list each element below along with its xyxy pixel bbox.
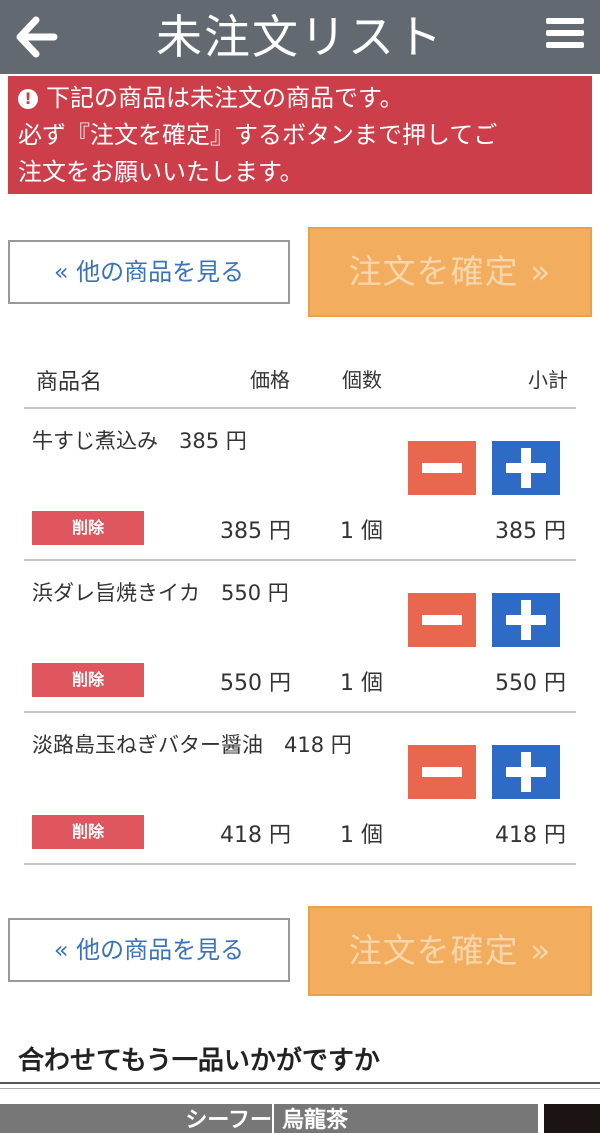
confirm-order-button[interactable]: 注文を確定 » xyxy=(308,227,592,317)
exclamation-circle-icon: ! xyxy=(18,89,38,109)
item-quantity: 1 個 xyxy=(340,823,383,848)
confirm-order-button[interactable]: 注文を確定 » xyxy=(308,906,592,996)
item-subtotal: 550 円 xyxy=(495,671,566,696)
increase-quantity-button[interactable] xyxy=(492,745,560,799)
view-other-products-button[interactable]: « 他の商品を見る xyxy=(8,918,290,982)
unordered-alert: ! 下記の商品は未注文の商品です。 必ず『注文を確定』するボタンまで押してご 注文… xyxy=(8,76,592,194)
item-name: 浜ダレ旨焼きイカ 550 円 xyxy=(32,581,289,605)
item-name: 牛すじ煮込み 385 円 xyxy=(32,429,247,453)
decrease-quantity-button[interactable] xyxy=(408,441,476,495)
delete-button[interactable]: 削除 xyxy=(32,815,144,849)
header-price: 価格 xyxy=(250,368,290,392)
hamburger-menu-icon[interactable] xyxy=(546,18,584,56)
decrease-quantity-button[interactable] xyxy=(408,593,476,647)
header-subtotal: 小計 xyxy=(528,368,568,392)
divider xyxy=(0,1082,600,1084)
header-quantity: 個数 xyxy=(342,368,382,392)
cart-item: 牛すじ煮込み 385 円 削除 385 円 1 個 385 円 xyxy=(24,409,576,559)
item-subtotal: 418 円 xyxy=(495,823,566,848)
item-name: 淡路島玉ねぎバター醤油 418 円 xyxy=(32,733,352,757)
table-header: 商品名 価格 個数 小計 xyxy=(24,356,576,406)
increase-quantity-button[interactable] xyxy=(492,441,560,495)
item-quantity: 1 個 xyxy=(340,671,383,696)
item-price: 418 円 xyxy=(220,823,291,848)
delete-button[interactable]: 削除 xyxy=(32,663,144,697)
cart-item: 淡路島玉ねぎバター醤油 418 円 削除 418 円 1 個 418 円 xyxy=(24,713,576,863)
cart-item: 浜ダレ旨焼きイカ 550 円 削除 550 円 1 個 550 円 xyxy=(24,561,576,711)
divider xyxy=(24,863,576,865)
app-header: 未注文リスト xyxy=(0,0,600,74)
increase-quantity-button[interactable] xyxy=(492,593,560,647)
suggestion-card[interactable]: シーフー xyxy=(0,1104,272,1133)
item-price: 385 円 xyxy=(220,519,291,544)
header-product-name: 商品名 xyxy=(36,370,103,395)
view-other-products-button[interactable]: « 他の商品を見る xyxy=(8,240,290,304)
suggestion-card[interactable]: 烏龍茶 xyxy=(274,1104,538,1133)
alert-text-1: 下記の商品は未注文の商品です。 xyxy=(46,84,404,112)
alert-line-1: ! 下記の商品は未注文の商品です。 xyxy=(18,80,582,117)
decrease-quantity-button[interactable] xyxy=(408,745,476,799)
item-quantity: 1 個 xyxy=(340,519,383,544)
suggestion-card-image[interactable] xyxy=(544,1104,600,1133)
item-price: 550 円 xyxy=(220,671,291,696)
page-title: 未注文リスト xyxy=(156,10,444,64)
delete-button[interactable]: 削除 xyxy=(32,511,144,545)
item-subtotal: 385 円 xyxy=(495,519,566,544)
suggestion-heading: 合わせてもう一品いかがですか xyxy=(18,1046,380,1076)
alert-line-3: 注文をお願いいたします。 xyxy=(18,158,304,186)
alert-line-2: 必ず『注文を確定』するボタンまで押してご xyxy=(18,121,498,149)
divider xyxy=(0,1088,600,1089)
